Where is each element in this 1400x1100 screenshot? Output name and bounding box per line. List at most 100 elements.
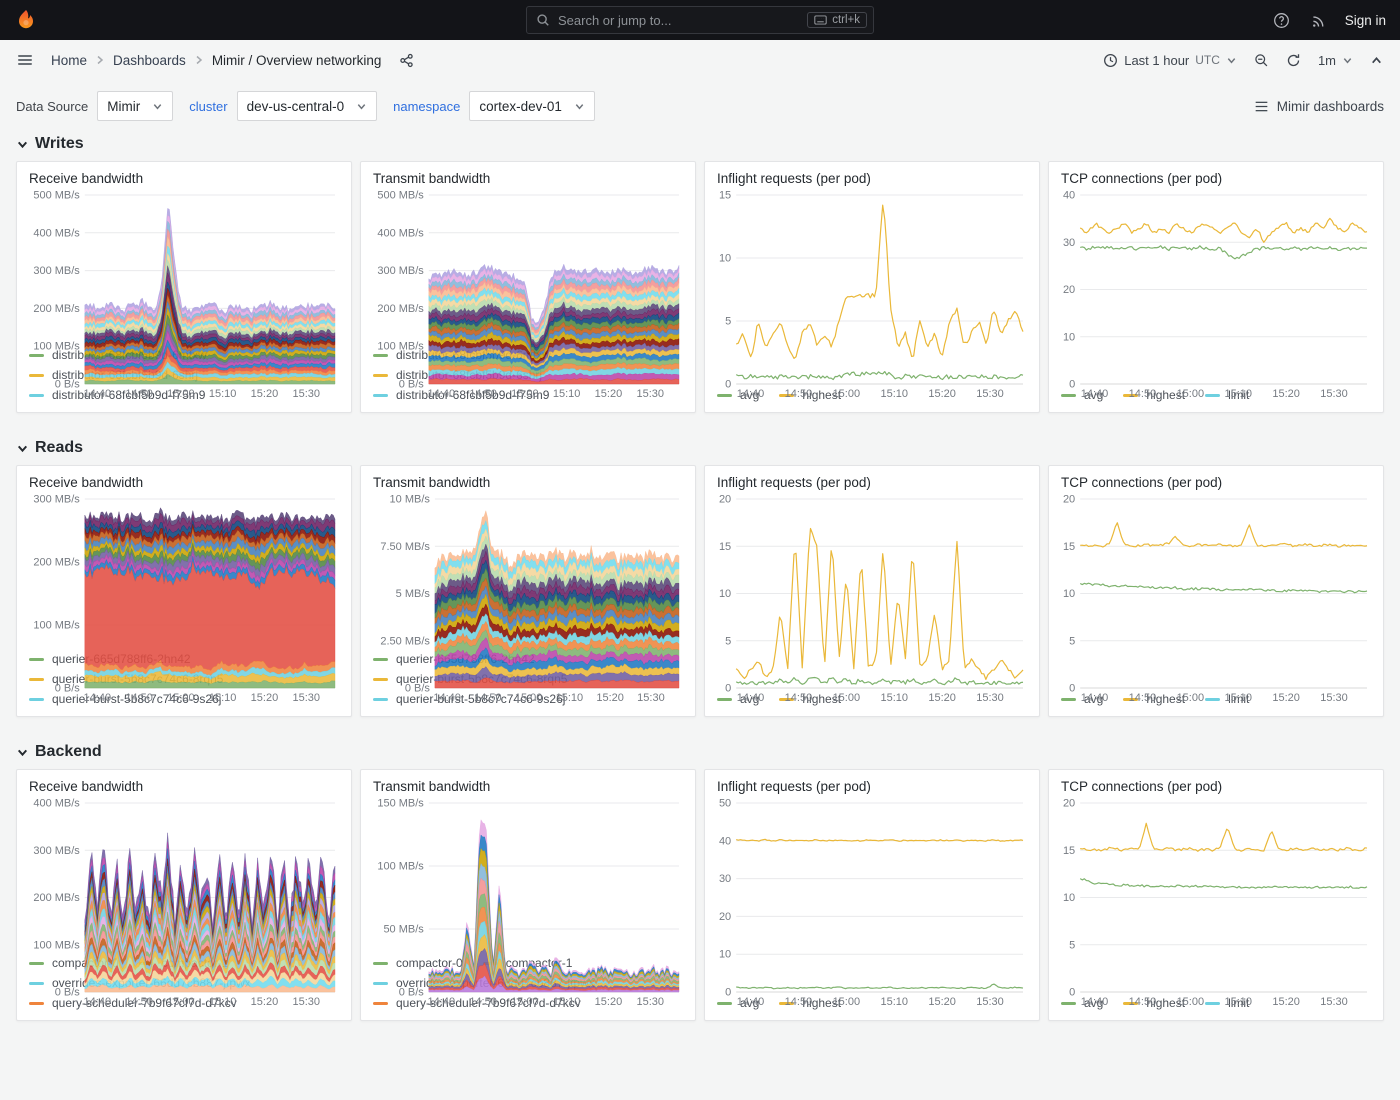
mimir-dashboards-label: Mimir dashboards xyxy=(1277,99,1384,114)
section-header-backend[interactable]: Backend xyxy=(0,733,1400,769)
caret-down-icon xyxy=(1342,55,1353,66)
svg-text:0 B/s: 0 B/s xyxy=(55,987,81,999)
section-header-reads[interactable]: Reads xyxy=(0,429,1400,465)
timeseries-chart[interactable]: 0510152014:4014:5015:0015:1015:2015:30 xyxy=(715,493,1029,687)
timeseries-chart[interactable]: 0 B/s100 MB/s200 MB/s300 MB/s14:4014:501… xyxy=(27,493,341,647)
panel-title[interactable]: Inflight requests (per pod) xyxy=(715,774,1029,797)
panel-title[interactable]: Inflight requests (per pod) xyxy=(715,470,1029,493)
share-icon xyxy=(399,53,414,68)
chevron-down-icon xyxy=(16,442,29,455)
svg-text:14:50: 14:50 xyxy=(469,996,497,1008)
breadcrumb-dashboards[interactable]: Dashboards xyxy=(108,51,191,70)
refresh-button[interactable] xyxy=(1279,49,1308,72)
svg-text:500 MB/s: 500 MB/s xyxy=(33,190,80,202)
sign-in-button[interactable]: Sign in xyxy=(1345,13,1386,28)
svg-text:0 B/s: 0 B/s xyxy=(405,683,431,695)
svg-text:10: 10 xyxy=(719,588,731,600)
svg-text:0: 0 xyxy=(1069,987,1075,999)
search-input[interactable]: Search or jump to... ctrl+k xyxy=(526,6,874,34)
svg-text:0: 0 xyxy=(725,987,731,999)
mimir-dashboards-button[interactable]: Mimir dashboards xyxy=(1254,99,1384,114)
panel-writes-tcp-connections: TCP connections (per pod) 01020304014:40… xyxy=(1048,161,1384,413)
help-button[interactable] xyxy=(1271,10,1292,31)
timeseries-chart[interactable]: 0510152014:4014:5015:0015:1015:2015:30 xyxy=(1059,797,1373,991)
svg-text:0: 0 xyxy=(1069,683,1075,695)
svg-text:0 B/s: 0 B/s xyxy=(55,379,81,391)
panel-writes-transmit-bandwidth: Transmit bandwidth 0 B/s100 MB/s200 MB/s… xyxy=(360,161,696,413)
share-dashboard-button[interactable] xyxy=(392,49,421,72)
breadcrumb-home[interactable]: Home xyxy=(46,51,92,70)
timeseries-chart[interactable]: 0 B/s2.50 MB/s5 MB/s7.50 MB/s10 MB/s14:4… xyxy=(371,493,685,647)
namespace-label[interactable]: namespace xyxy=(393,99,460,114)
news-feed-button[interactable] xyxy=(1308,10,1329,31)
svg-text:10: 10 xyxy=(1063,331,1075,343)
svg-text:15:20: 15:20 xyxy=(928,692,956,704)
panel-title[interactable]: TCP connections (per pod) xyxy=(1059,774,1373,797)
cluster-select[interactable]: dev-us-central-0 xyxy=(237,91,378,121)
refresh-interval-picker[interactable]: 1m xyxy=(1311,49,1360,72)
keyboard-shortcut-badge: ctrl+k xyxy=(807,12,867,28)
svg-text:100 MB/s: 100 MB/s xyxy=(377,341,424,353)
mega-menu-toggle[interactable] xyxy=(10,48,40,72)
panel-writes-receive-bandwidth: Receive bandwidth 0 B/s100 MB/s200 MB/s3… xyxy=(16,161,352,413)
grafana-flame-icon xyxy=(14,8,38,32)
panel-title[interactable]: Receive bandwidth xyxy=(27,470,341,493)
svg-text:200 MB/s: 200 MB/s xyxy=(377,303,424,315)
top-navbar: Search or jump to... ctrl+k Sign in xyxy=(0,0,1400,40)
timeseries-chart[interactable]: 0 B/s100 MB/s200 MB/s300 MB/s400 MB/s500… xyxy=(371,189,685,343)
svg-text:15:20: 15:20 xyxy=(1272,692,1300,704)
timeseries-chart[interactable]: 05101514:4014:5015:0015:1015:2015:30 xyxy=(715,189,1029,383)
dashboard-variables-row: Data Source Mimir cluster dev-us-central… xyxy=(0,80,1400,125)
panel-title[interactable]: Receive bandwidth xyxy=(27,166,341,189)
caret-down-icon xyxy=(356,101,367,112)
cluster-label[interactable]: cluster xyxy=(189,99,227,114)
datasource-select[interactable]: Mimir xyxy=(97,91,173,121)
timeseries-chart[interactable]: 01020304014:4014:5015:0015:1015:2015:30 xyxy=(1059,189,1373,383)
svg-text:15:00: 15:00 xyxy=(167,996,195,1008)
dashboard-toolbar: Home Dashboards Mimir / Overview network… xyxy=(0,40,1400,80)
timeseries-chart[interactable]: 0 B/s50 MB/s100 MB/s150 MB/s14:4014:5015… xyxy=(371,797,685,951)
svg-text:15:30: 15:30 xyxy=(1320,388,1348,400)
timeseries-chart[interactable]: 0510152014:4014:5015:0015:1015:2015:30 xyxy=(1059,493,1373,687)
panel-title[interactable]: Inflight requests (per pod) xyxy=(715,166,1029,189)
svg-text:20: 20 xyxy=(719,911,731,923)
hamburger-icon xyxy=(17,52,33,68)
panel-title[interactable]: TCP connections (per pod) xyxy=(1059,470,1373,493)
zoom-out-time-button[interactable] xyxy=(1247,49,1276,72)
panel-title[interactable]: Transmit bandwidth xyxy=(371,166,685,189)
svg-text:15: 15 xyxy=(719,190,731,202)
svg-text:15:10: 15:10 xyxy=(209,692,237,704)
svg-text:14:40: 14:40 xyxy=(433,692,461,704)
section-header-writes[interactable]: Writes xyxy=(0,125,1400,161)
svg-text:15:20: 15:20 xyxy=(1272,996,1300,1008)
svg-text:20: 20 xyxy=(1063,284,1075,296)
chevron-right-icon xyxy=(94,54,106,66)
panel-backend-inflight-requests: Inflight requests (per pod) 010203040501… xyxy=(704,769,1040,1021)
panel-title[interactable]: Transmit bandwidth xyxy=(371,470,685,493)
svg-text:14:50: 14:50 xyxy=(785,996,813,1008)
svg-text:15:30: 15:30 xyxy=(292,388,320,400)
svg-text:100 MB/s: 100 MB/s xyxy=(33,939,80,951)
svg-text:14:50: 14:50 xyxy=(125,388,153,400)
svg-text:15:30: 15:30 xyxy=(976,388,1004,400)
panel-title[interactable]: TCP connections (per pod) xyxy=(1059,166,1373,189)
collapse-toolbar-button[interactable] xyxy=(1363,50,1390,71)
timeseries-chart[interactable]: 0 B/s100 MB/s200 MB/s300 MB/s400 MB/s14:… xyxy=(27,797,341,951)
svg-text:400 MB/s: 400 MB/s xyxy=(33,227,80,239)
timeseries-chart[interactable]: 0 B/s100 MB/s200 MB/s300 MB/s400 MB/s500… xyxy=(27,189,341,343)
svg-text:14:40: 14:40 xyxy=(737,692,765,704)
timeseries-chart[interactable]: 0102030405014:4014:5015:0015:1015:2015:3… xyxy=(715,797,1029,991)
svg-text:40: 40 xyxy=(1063,190,1075,202)
panel-backend-tcp-connections: TCP connections (per pod) 0510152014:401… xyxy=(1048,769,1384,1021)
svg-text:15:10: 15:10 xyxy=(1224,996,1252,1008)
svg-text:14:40: 14:40 xyxy=(428,388,456,400)
time-range-picker[interactable]: Last 1 hour UTC xyxy=(1096,49,1244,72)
namespace-select[interactable]: cortex-dev-01 xyxy=(469,91,595,121)
zoom-out-icon xyxy=(1254,53,1269,68)
panel-title[interactable]: Transmit bandwidth xyxy=(371,774,685,797)
svg-text:14:40: 14:40 xyxy=(737,388,765,400)
panel-reads-receive-bandwidth: Receive bandwidth 0 B/s100 MB/s200 MB/s3… xyxy=(16,465,352,717)
svg-text:15:10: 15:10 xyxy=(209,996,237,1008)
panel-title[interactable]: Receive bandwidth xyxy=(27,774,341,797)
grafana-logo[interactable] xyxy=(14,8,38,32)
